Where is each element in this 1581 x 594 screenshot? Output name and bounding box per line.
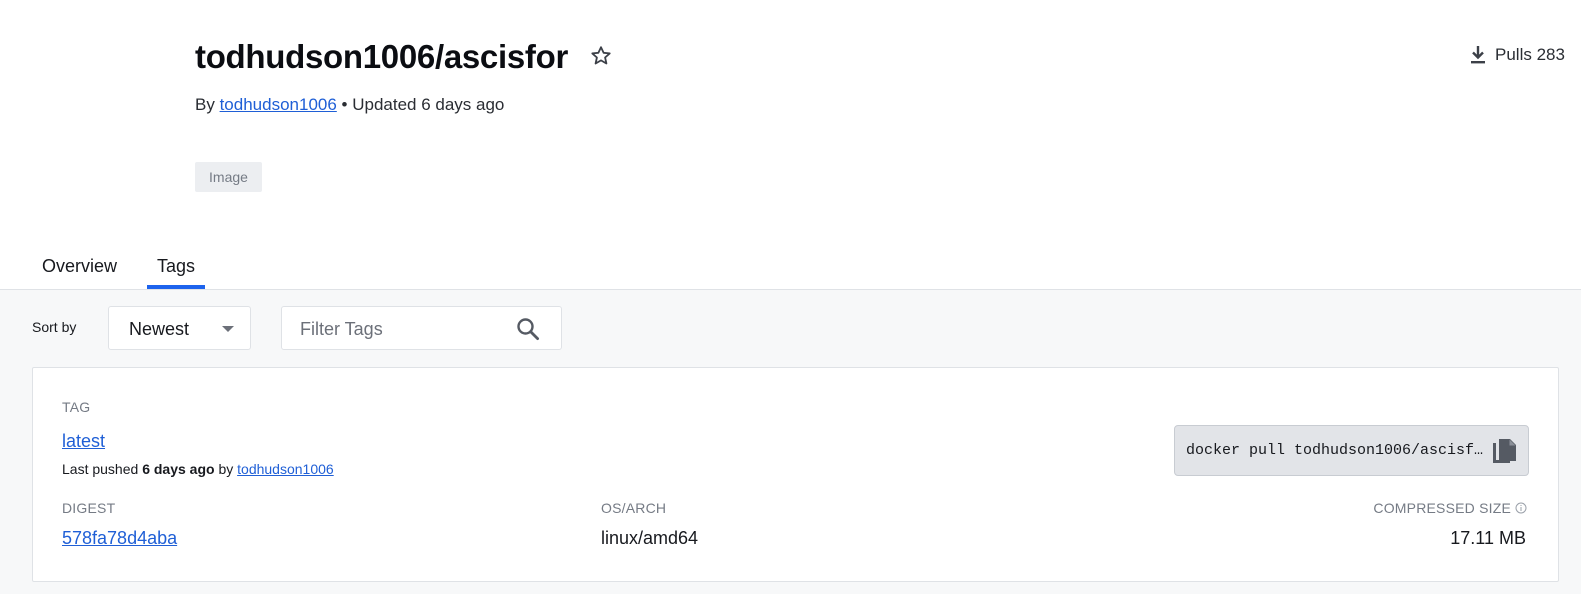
pull-command-box: docker pull todhudson1006/ascisfor:lates… xyxy=(1174,425,1529,476)
pushed-by-link[interactable]: todhudson1006 xyxy=(237,461,334,477)
compressed-size-value: 17.11 MB xyxy=(1450,528,1526,548)
tab-tags[interactable]: Tags xyxy=(146,248,206,289)
filter-tags-field xyxy=(281,306,562,350)
pulls-count: Pulls 283 xyxy=(1469,45,1565,65)
download-icon xyxy=(1471,46,1485,64)
pulls-label: Pulls 283 xyxy=(1495,45,1565,64)
sort-label: Sort by xyxy=(32,319,77,335)
digest-column-header: DIGEST xyxy=(62,500,116,516)
copy-icon[interactable] xyxy=(1490,437,1518,467)
pushed-by-word: by xyxy=(218,461,234,477)
by-prefix: By xyxy=(195,95,215,114)
pushed-when: 6 days ago xyxy=(142,461,215,477)
author-link[interactable]: todhudson1006 xyxy=(220,95,337,114)
os-arch-column-header: OS/ARCH xyxy=(601,500,667,516)
pull-command-text: docker pull todhudson1006/ascisfor:lates… xyxy=(1186,442,1486,459)
info-icon[interactable] xyxy=(1515,502,1527,514)
repo-title: todhudson1006/ascisfor xyxy=(195,38,568,75)
last-pushed-info: Last pushed 6 days ago by todhudson1006 xyxy=(62,461,334,477)
star-icon[interactable] xyxy=(589,44,613,68)
pushed-prefix: Last pushed xyxy=(62,461,139,477)
sort-value: Newest xyxy=(129,319,190,339)
tags-panel: Sort by Newest TAG latest Last pushed 6 … xyxy=(0,289,1581,594)
tag-name-link[interactable]: latest xyxy=(62,431,105,452)
compressed-size-label: COMPRESSED SIZE xyxy=(1373,500,1511,516)
os-arch-value: linux/amd64 xyxy=(601,528,699,548)
caret-down-icon xyxy=(222,326,234,332)
search-icon[interactable] xyxy=(515,316,541,342)
byline: By todhudson1006 • Updated 6 days ago xyxy=(195,95,504,115)
compressed-size-header: COMPRESSED SIZE xyxy=(1373,500,1527,516)
sort-dropdown[interactable]: Newest xyxy=(108,306,251,350)
digest-link[interactable]: 578fa78d4aba xyxy=(62,528,177,549)
tag-column-header: TAG xyxy=(62,399,91,415)
repo-header: todhudson1006/ascisfor By todhudson1006 … xyxy=(0,0,1581,290)
filter-tags-input[interactable] xyxy=(300,317,510,341)
image-badge: Image xyxy=(195,162,262,192)
tag-card: TAG latest Last pushed 6 days ago by tod… xyxy=(32,367,1559,582)
updated-text: • Updated 6 days ago xyxy=(341,95,505,114)
tab-overview[interactable]: Overview xyxy=(42,248,117,289)
